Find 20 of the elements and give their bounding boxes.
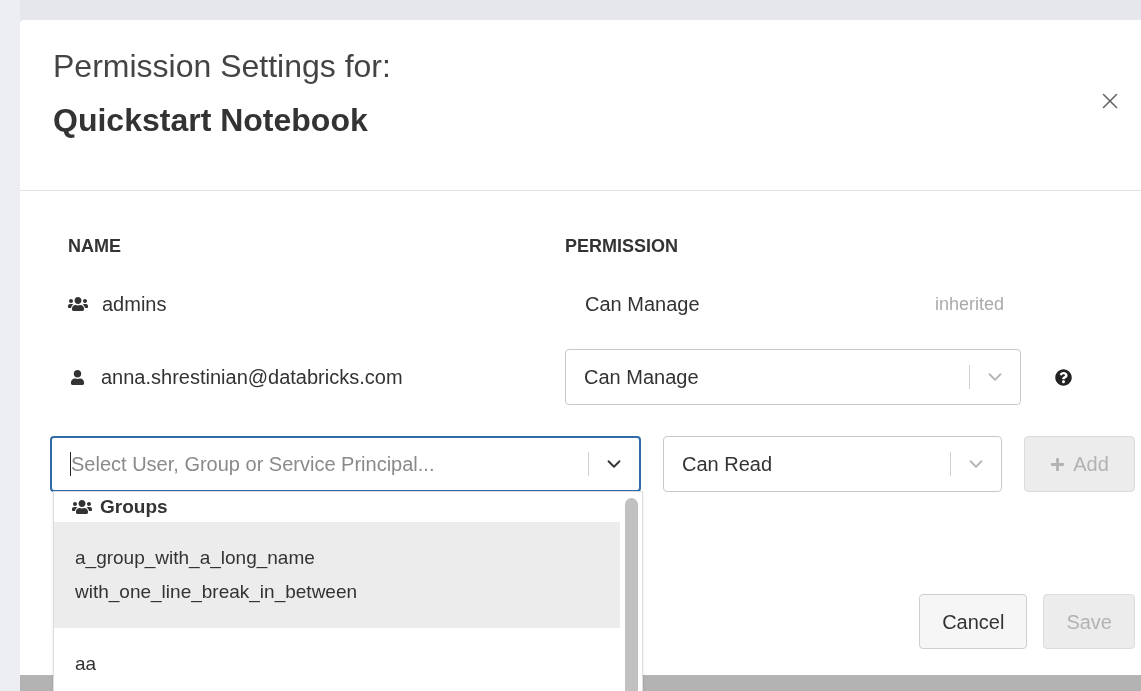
column-header: NAME — [68, 234, 122, 258]
dropdown-option[interactable]: a_group_with_a_long_name with_one_line_break_in_between — [54, 522, 620, 628]
users-icon — [72, 498, 92, 516]
dialog-button[interactable]: Cancel — [919, 594, 1028, 649]
dialog-title: Permission Settings for: — [53, 47, 392, 86]
plus-icon — [1050, 456, 1066, 472]
users-icon — [68, 295, 88, 313]
notebook-name: Quickstart Notebook — [53, 101, 369, 140]
principal-name: admins — [102, 292, 167, 317]
permission-text: Can Manage — [584, 292, 701, 317]
section-header: Groups — [100, 494, 168, 519]
help-icon[interactable] — [1055, 368, 1072, 386]
scrollbar[interactable] — [624, 498, 638, 691]
column-header: PERMISSION — [565, 234, 679, 258]
permission-select[interactable]: Can Read — [663, 436, 1002, 492]
user-icon — [70, 369, 85, 385]
principal-name: anna.shrestinian@databricks.com — [101, 365, 403, 390]
inherited-label: inherited — [935, 292, 1005, 316]
principal-select[interactable]: Select User, Group or Service Principal... — [50, 436, 641, 492]
permission-select[interactable]: Can Manage — [565, 349, 1021, 405]
